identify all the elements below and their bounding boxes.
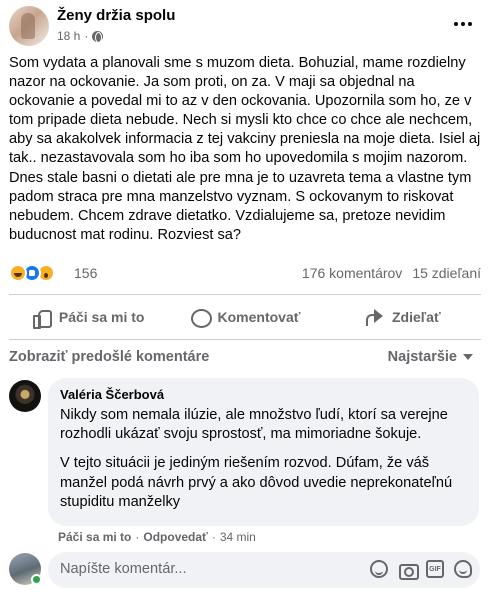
post-time[interactable]: 18 h (57, 29, 80, 43)
post-meta: 18 h · (57, 29, 104, 43)
post-text: Som vydata a planovali sme s muzom dieta… (9, 55, 481, 243)
like-button-label: Páči sa mi to (58, 309, 145, 325)
sort-comments-dropdown[interactable]: Najstaršie (388, 349, 473, 365)
haha-icon (9, 264, 27, 282)
comment-composer: GIF (48, 552, 480, 588)
composer-tools: GIF (370, 560, 472, 580)
camera-icon[interactable] (398, 560, 419, 580)
post-stats: 156 176 komentárov 15 zdieľaní (0, 261, 490, 287)
share-button-label: Zdieľať (391, 309, 441, 325)
post-header: Ženy držia spolu 18 h · (0, 0, 490, 50)
comment-icon (190, 307, 212, 328)
divider (9, 339, 481, 340)
comment-count[interactable]: 176 komentárov (302, 265, 402, 281)
comment-paragraph: V tejto situácii je jediným riešením roz… (60, 455, 453, 510)
meta-separator: · (84, 29, 89, 43)
commenter-name[interactable]: Valéria Ščerbová (60, 386, 467, 403)
comment-actions-dot: · (211, 530, 216, 544)
caret-down-icon (463, 354, 473, 360)
thumbs-up-icon (31, 307, 52, 329)
comment-button-label: Komentovať (217, 309, 301, 325)
comment-time[interactable]: 34 min (220, 530, 256, 544)
commenter-avatar[interactable] (9, 380, 41, 412)
online-status-dot (31, 574, 42, 585)
comment-reply-link[interactable]: Odpovedať (143, 530, 207, 544)
reaction-icons[interactable] (9, 264, 55, 282)
group-name[interactable]: Ženy držia spolu (57, 7, 175, 24)
comment-actions: Páči sa mi to · Odpovedať · 34 min (58, 530, 256, 544)
sticker-icon[interactable] (454, 560, 472, 578)
share-button[interactable]: Zdieľať (324, 300, 481, 334)
engagement-counts: 176 komentárov 15 zdieľaní (302, 265, 481, 281)
more-options-icon[interactable] (446, 10, 480, 38)
comment-like-link[interactable]: Páči sa mi to (58, 530, 131, 544)
share-count[interactable]: 15 zdieľaní (412, 265, 481, 281)
comment-paragraph: Nikdy som nemala ilúzie, ale množstvo ľu… (60, 407, 448, 443)
view-previous-comments-link[interactable]: Zobraziť predošlé komentáre (9, 349, 209, 365)
comment-bubble: Valéria Ščerbová Nikdy som nemala ilúzie… (48, 378, 479, 526)
comment-button[interactable]: Komentovať (166, 300, 323, 334)
comment-text: Nikdy som nemala ilúzie, ale množstvo ľu… (60, 406, 467, 512)
sort-label: Najstaršie (387, 349, 457, 365)
gif-icon[interactable]: GIF (426, 560, 444, 578)
comments-bar: Zobraziť predošlé komentáre Najstaršie (9, 349, 481, 369)
group-avatar[interactable] (9, 6, 49, 46)
share-icon (364, 307, 384, 327)
comment-actions-dot: · (135, 530, 140, 544)
reaction-count[interactable]: 156 (74, 265, 97, 281)
globe-icon (92, 30, 104, 43)
emoji-icon[interactable] (370, 560, 388, 578)
like-button[interactable]: Páči sa mi to (9, 300, 166, 334)
comment-input[interactable] (60, 561, 340, 577)
post-actions: Páči sa mi to Komentovať Zdieľať (9, 300, 481, 334)
divider (9, 294, 481, 295)
